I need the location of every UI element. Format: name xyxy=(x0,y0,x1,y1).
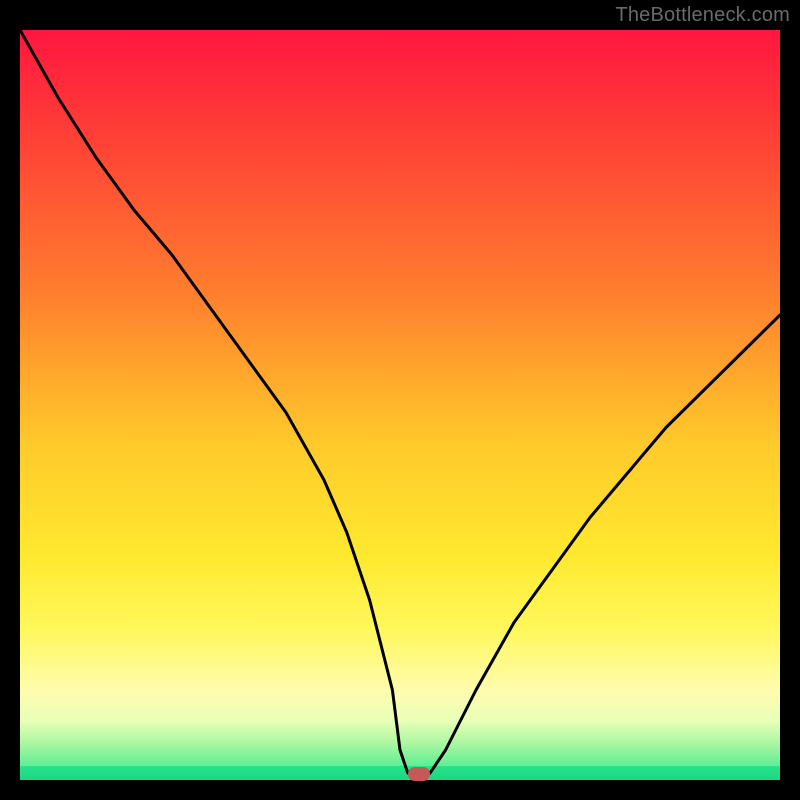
bottleneck-curve xyxy=(20,30,780,780)
optimal-point-marker xyxy=(408,767,430,781)
chart-frame: TheBottleneck.com xyxy=(0,0,800,800)
watermark-text: TheBottleneck.com xyxy=(615,4,790,27)
plot-area xyxy=(20,30,780,780)
